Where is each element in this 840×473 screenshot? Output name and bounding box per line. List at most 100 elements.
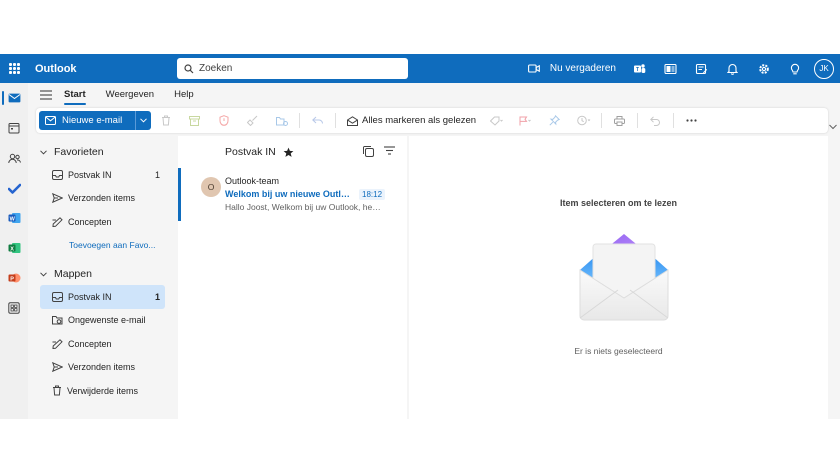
rail-todo-icon[interactable] — [0, 173, 28, 203]
mark-all-read-button[interactable]: Alles markeren als gelezen — [347, 115, 476, 126]
folder-sent[interactable]: Verzonden items — [40, 356, 165, 380]
move-to-button[interactable] — [267, 108, 296, 133]
ribbon-divider — [601, 113, 603, 128]
empty-envelope-icon — [579, 234, 669, 321]
rail-powerpoint-icon[interactable]: P — [0, 263, 28, 293]
unread-count: 1 — [154, 169, 160, 180]
reply-button[interactable] — [303, 108, 332, 133]
message-list: Postvak IN O Outlook-team Welkom bij uw … — [178, 136, 407, 419]
new-mail-button[interactable]: Nieuwe e-mail — [39, 111, 135, 130]
rail-calendar-icon[interactable] — [0, 113, 28, 143]
app-launcher-icon[interactable] — [0, 54, 28, 83]
broom-icon — [247, 115, 258, 126]
nothing-selected-text: Er is niets geselecteerd — [574, 346, 663, 356]
ribbon-divider — [673, 113, 675, 128]
more-options-button[interactable] — [677, 108, 706, 133]
search-input[interactable]: Zoeken — [199, 63, 232, 74]
tab-start[interactable]: Start — [64, 89, 86, 105]
trash-icon — [161, 115, 170, 126]
delete-button[interactable] — [151, 108, 180, 133]
gear-icon[interactable] — [748, 54, 779, 83]
folder-deleted-label: Verwijderde items — [67, 385, 139, 396]
rail-more-apps-icon[interactable] — [0, 293, 28, 323]
inbox-icon — [52, 169, 63, 180]
message-preview: Hallo Joost, Welkom bij uw Outlook, het … — [225, 202, 383, 212]
categorize-button[interactable] — [482, 108, 511, 133]
ribbon-divider — [637, 113, 639, 128]
add-to-favorites-link[interactable]: Toevoegen aan Favo... — [40, 234, 165, 258]
folder-deleted[interactable]: Verwijderde items — [40, 379, 165, 403]
folder-drafts[interactable]: Concepten — [40, 332, 165, 356]
top-bar: Outlook Zoeken Nu vergaderen T JK — [0, 54, 840, 83]
more-icon — [686, 119, 697, 122]
search-icon — [184, 63, 194, 73]
unread-count: 1 — [154, 291, 160, 302]
undo-icon — [650, 115, 660, 126]
whats-new-icon[interactable] — [686, 54, 717, 83]
folder-drafts-label: Concepten — [68, 338, 112, 349]
favorite-drafts-label: Concepten — [68, 216, 112, 227]
archive-button[interactable] — [180, 108, 209, 133]
folders-header[interactable]: Mappen — [40, 263, 176, 285]
ribbon-toolbar: Nieuwe e-mail Alles markeren als gelezen — [36, 108, 828, 133]
meet-now-label: Nu vergaderen — [549, 63, 616, 74]
app-name[interactable]: Outlook — [35, 63, 175, 75]
tab-view[interactable]: Weergeven — [106, 89, 154, 100]
draft-icon — [52, 216, 63, 227]
chevron-down-icon — [40, 271, 47, 277]
favorite-drafts[interactable]: Concepten — [40, 210, 165, 234]
rail-word-icon[interactable]: W — [0, 203, 28, 233]
folders-title: Mappen — [54, 268, 92, 280]
star-icon[interactable] — [283, 147, 294, 158]
filter-icon[interactable] — [384, 146, 395, 155]
reading-pane-title: Item selecteren om te lezen — [559, 198, 678, 208]
office-apps-icon[interactable] — [655, 54, 686, 83]
outlook-window: Outlook Zoeken Nu vergaderen T JK W X P … — [0, 54, 840, 419]
folder-junk[interactable]: Ongewenste e-mail — [40, 309, 165, 333]
chevron-down-icon — [140, 118, 147, 123]
message-item[interactable]: O Outlook-team Welkom bij uw nieuwe Outl… — [178, 168, 407, 221]
favorites-header[interactable]: Favorieten — [40, 141, 176, 163]
rail-excel-icon[interactable]: X — [0, 233, 28, 263]
pin-icon — [549, 115, 561, 126]
folder-sent-label: Verzonden items — [68, 362, 136, 373]
mail-icon — [45, 116, 56, 125]
message-time: 18:12 — [359, 189, 386, 200]
search-box[interactable]: Zoeken — [177, 58, 408, 79]
tab-help[interactable]: Help — [174, 89, 194, 100]
flag-button[interactable] — [511, 108, 540, 133]
hamburger-menu-icon[interactable] — [28, 89, 64, 100]
inbox-icon — [52, 291, 63, 302]
pin-button[interactable] — [540, 108, 569, 133]
printer-icon — [614, 115, 626, 126]
mark-all-read-label: Alles markeren als gelezen — [362, 115, 477, 126]
rail-people-icon[interactable] — [0, 143, 28, 173]
svg-text:P: P — [10, 276, 14, 282]
favorites-title: Favorieten — [54, 146, 104, 158]
clock-icon — [576, 115, 590, 126]
bell-icon[interactable] — [717, 54, 748, 83]
snooze-button[interactable] — [569, 108, 598, 133]
select-icon[interactable] — [363, 146, 374, 157]
sweep-button[interactable] — [238, 108, 267, 133]
favorite-inbox[interactable]: Postvak IN 1 — [40, 163, 165, 187]
print-button[interactable] — [605, 108, 634, 133]
send-icon — [52, 362, 63, 373]
report-button[interactable] — [209, 108, 238, 133]
message-sender: Outlook-team — [225, 176, 280, 186]
user-avatar[interactable]: JK — [814, 58, 834, 79]
flag-icon — [519, 116, 531, 125]
rail-mail-icon[interactable] — [0, 83, 28, 113]
meet-now-button[interactable]: Nu vergaderen — [527, 63, 616, 74]
folder-inbox[interactable]: Postvak IN 1 — [40, 285, 165, 309]
message-list-header: Postvak IN — [178, 136, 407, 168]
teams-icon[interactable]: T — [624, 54, 655, 83]
ribbon-collapse-icon[interactable] — [829, 124, 837, 130]
new-mail-dropdown[interactable] — [135, 111, 151, 130]
app-rail: W X P — [0, 83, 28, 419]
trash-icon — [53, 385, 61, 396]
favorite-sent[interactable]: Verzonden items — [40, 187, 165, 211]
undo-button[interactable] — [641, 108, 670, 133]
lightbulb-icon[interactable] — [779, 54, 810, 83]
archive-icon — [189, 115, 200, 126]
